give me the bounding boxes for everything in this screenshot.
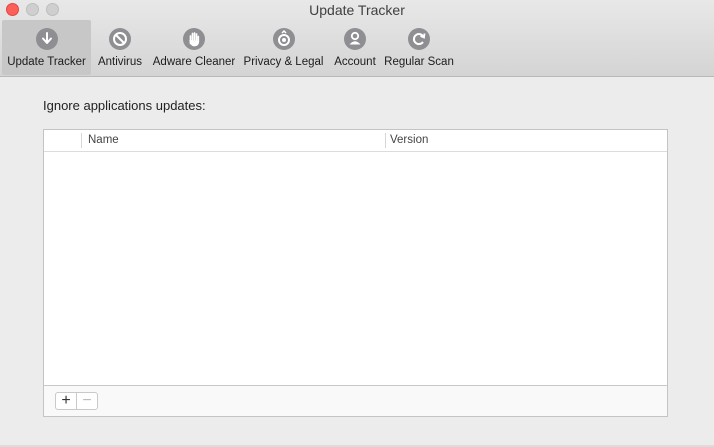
- column-separator[interactable]: [385, 133, 386, 148]
- privacy-eye-icon: [272, 28, 295, 50]
- tab-label: Regular Scan: [384, 56, 454, 68]
- add-button[interactable]: +: [55, 392, 77, 410]
- download-arrow-icon: [35, 28, 58, 50]
- table-footer: + −: [44, 385, 667, 416]
- tab-label: Update Tracker: [7, 56, 86, 68]
- tab-label: Privacy & Legal: [243, 56, 324, 68]
- tab-update-tracker[interactable]: Update Tracker: [2, 20, 91, 75]
- tab-antivirus[interactable]: Antivirus: [91, 20, 149, 75]
- window-title: Update Tracker: [309, 2, 405, 18]
- tab-label: Antivirus: [97, 56, 143, 68]
- prohibited-icon: [109, 28, 131, 50]
- remove-button[interactable]: −: [76, 392, 98, 410]
- ignored-apps-table[interactable]: Name Version + −: [43, 129, 668, 417]
- tab-label: Account: [334, 56, 376, 68]
- column-separator: [81, 133, 82, 148]
- section-label: Ignore applications updates:: [43, 98, 206, 113]
- table-header: Name Version: [44, 130, 667, 152]
- tab-label: Adware Cleaner: [152, 56, 236, 68]
- app-window: Update Tracker Update Tracker Antivirus: [0, 0, 714, 447]
- user-icon: [344, 28, 366, 50]
- titlebar: Update Tracker Update Tracker Antivirus: [0, 0, 714, 77]
- toolbar: Update Tracker Antivirus Adware Cleaner: [2, 20, 456, 75]
- tab-adware-cleaner[interactable]: Adware Cleaner: [149, 20, 239, 75]
- tab-regular-scan[interactable]: Regular Scan: [382, 20, 456, 75]
- tab-account[interactable]: Account: [328, 20, 382, 75]
- hand-icon: [183, 28, 205, 50]
- column-header-version[interactable]: Version: [390, 134, 428, 146]
- tab-privacy-legal[interactable]: Privacy & Legal: [239, 20, 328, 75]
- refresh-icon: [408, 28, 430, 50]
- column-header-name[interactable]: Name: [88, 134, 119, 146]
